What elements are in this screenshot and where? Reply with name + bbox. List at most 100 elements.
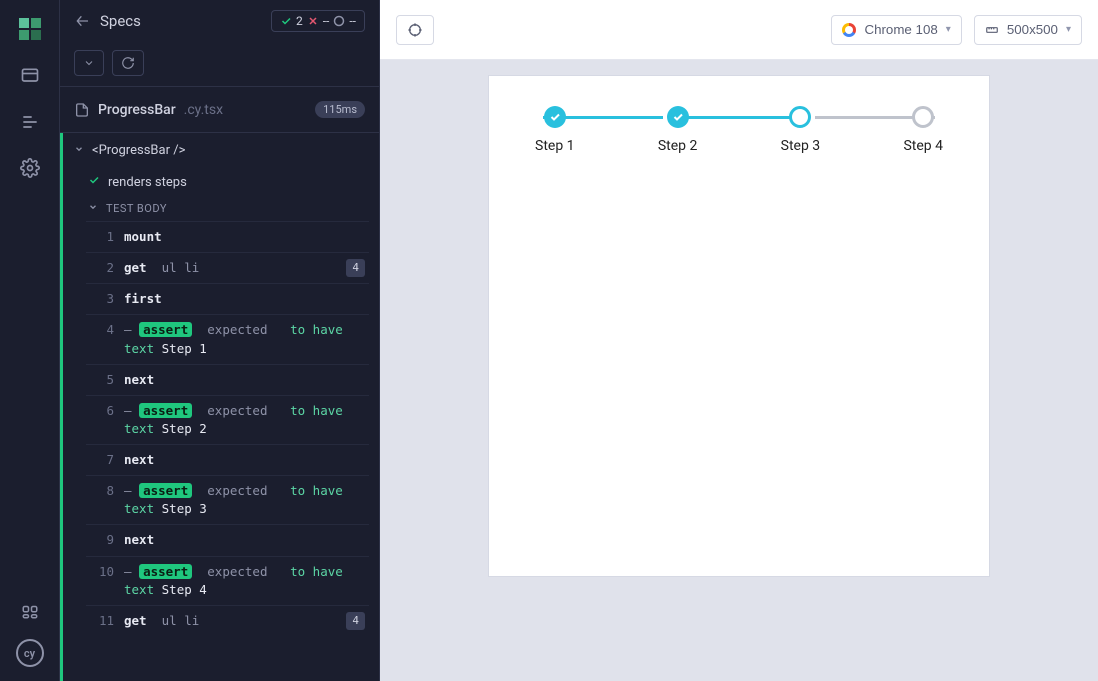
line-number: 4 (94, 321, 114, 357)
line-number: 1 (94, 228, 114, 246)
viewport-label: 500x500 (1007, 22, 1058, 37)
command-body: next (124, 531, 361, 549)
check-icon (672, 111, 684, 123)
nav-rail: cy (0, 0, 60, 681)
line-number: 11 (94, 612, 114, 630)
command-row[interactable]: 5 next (86, 364, 369, 395)
command-body: — assert expected to have text Step 4 (124, 563, 361, 599)
chevron-down-icon (74, 143, 84, 158)
suite-title: <ProgressBar /> (92, 143, 185, 158)
file-icon (74, 102, 90, 118)
app-logo (19, 18, 41, 40)
command-row[interactable]: 9 next (86, 524, 369, 555)
pending-icon (333, 15, 345, 27)
x-icon (307, 15, 319, 27)
command-body: — assert expected to have text Step 1 (124, 321, 361, 357)
options-dropdown-button[interactable] (74, 50, 104, 76)
progress-step: Step 1 (535, 106, 575, 154)
crosshair-icon (407, 22, 423, 38)
aut-panel: Chrome 108 ▾ 500x500 ▾ Step 1Step 2Step … (380, 0, 1098, 681)
match-count-badge: 4 (346, 612, 365, 630)
step-node (789, 106, 811, 128)
line-number: 10 (94, 563, 114, 599)
spec-file-row[interactable]: ProgressBar .cy.tsx 115ms (60, 86, 379, 133)
line-number: 5 (94, 371, 114, 389)
line-number: 7 (94, 451, 114, 469)
check-icon (549, 111, 561, 123)
command-row[interactable]: 11 get ul li4 (86, 605, 369, 636)
spec-ext: .cy.tsx (184, 102, 223, 118)
viewport-select[interactable]: 500x500 ▾ (974, 15, 1082, 45)
pass-indicator-bar (60, 133, 63, 681)
pending-count: -- (349, 14, 356, 28)
test-row[interactable]: renders steps (60, 168, 379, 196)
command-body: get ul li (124, 612, 361, 630)
cypress-logo-icon: cy (16, 639, 44, 667)
command-row[interactable]: 2 get ul li4 (86, 252, 369, 283)
rerun-button[interactable] (112, 50, 144, 76)
step-node (667, 106, 689, 128)
passed-count: 2 (296, 14, 303, 28)
specs-nav-icon[interactable] (20, 66, 40, 86)
command-body: mount (124, 228, 361, 246)
command-body: first (124, 290, 361, 308)
chevron-down-icon: ▾ (1066, 24, 1071, 35)
refresh-icon (121, 56, 135, 70)
command-body: — assert expected to have text Step 2 (124, 402, 361, 438)
command-body: — assert expected to have text Step 3 (124, 482, 361, 518)
runs-nav-icon[interactable] (20, 112, 40, 132)
selector-playground-button[interactable] (396, 15, 434, 45)
progress-step: Step 2 (658, 106, 698, 154)
step-label: Step 2 (658, 138, 698, 154)
test-body-header[interactable]: TEST BODY (60, 196, 379, 221)
panel-title: Specs (100, 12, 141, 30)
failed-count: -- (323, 14, 330, 28)
command-body: next (124, 451, 361, 469)
check-icon (280, 15, 292, 27)
spec-name: ProgressBar (98, 102, 176, 118)
command-row[interactable]: 4 — assert expected to have text Step 1 (86, 314, 369, 363)
check-icon (88, 174, 100, 190)
command-row[interactable]: 7 next (86, 444, 369, 475)
command-log: 1mount 2get ul li43first4— assert expect… (60, 221, 379, 656)
command-row[interactable]: 3 first (86, 283, 369, 314)
collapse-panel-icon[interactable] (74, 13, 90, 29)
chevron-down-icon: ▾ (946, 24, 951, 35)
command-row[interactable]: 1 mount (86, 221, 369, 252)
test-body-label: TEST BODY (106, 202, 167, 215)
chevron-down-icon (83, 57, 95, 69)
line-number: 9 (94, 531, 114, 549)
command-row[interactable]: 6 — assert expected to have text Step 2 (86, 395, 369, 444)
keyboard-icon[interactable] (20, 601, 40, 621)
browser-label: Chrome 108 (864, 22, 937, 37)
browser-select[interactable]: Chrome 108 ▾ (831, 15, 961, 45)
reporter-panel: Specs 2 -- -- ProgressBar .cy.tsx 115ms (60, 0, 380, 681)
line-number: 3 (94, 290, 114, 308)
aut-toolbar: Chrome 108 ▾ 500x500 ▾ (380, 0, 1098, 60)
chevron-down-icon (88, 202, 98, 215)
step-node (912, 106, 934, 128)
suite-row[interactable]: <ProgressBar /> (60, 133, 379, 168)
step-label: Step 4 (903, 138, 943, 154)
ruler-icon (985, 23, 999, 37)
settings-nav-icon[interactable] (20, 158, 40, 178)
step-label: Step 1 (535, 138, 575, 154)
progress-step: Step 3 (781, 106, 821, 154)
progress-bar: Step 1 Step 2 Step 3 Step 4 (535, 106, 943, 154)
progress-step: Step 4 (903, 106, 943, 154)
run-stats: 2 -- -- (271, 10, 365, 32)
chrome-icon (842, 23, 856, 37)
line-number: 6 (94, 402, 114, 438)
command-body: get ul li (124, 259, 361, 277)
step-node (544, 106, 566, 128)
command-row[interactable]: 8 — assert expected to have text Step 3 (86, 475, 369, 524)
test-title: renders steps (108, 175, 187, 190)
line-number: 8 (94, 482, 114, 518)
spec-duration: 115ms (315, 101, 365, 118)
step-label: Step 3 (781, 138, 821, 154)
match-count-badge: 4 (346, 259, 365, 277)
command-row[interactable]: 10 — assert expected to have text Step 4 (86, 556, 369, 605)
aut-stage: Step 1 Step 2 Step 3 Step 4 (380, 60, 1098, 681)
command-body: next (124, 371, 361, 389)
line-number: 2 (94, 259, 114, 277)
